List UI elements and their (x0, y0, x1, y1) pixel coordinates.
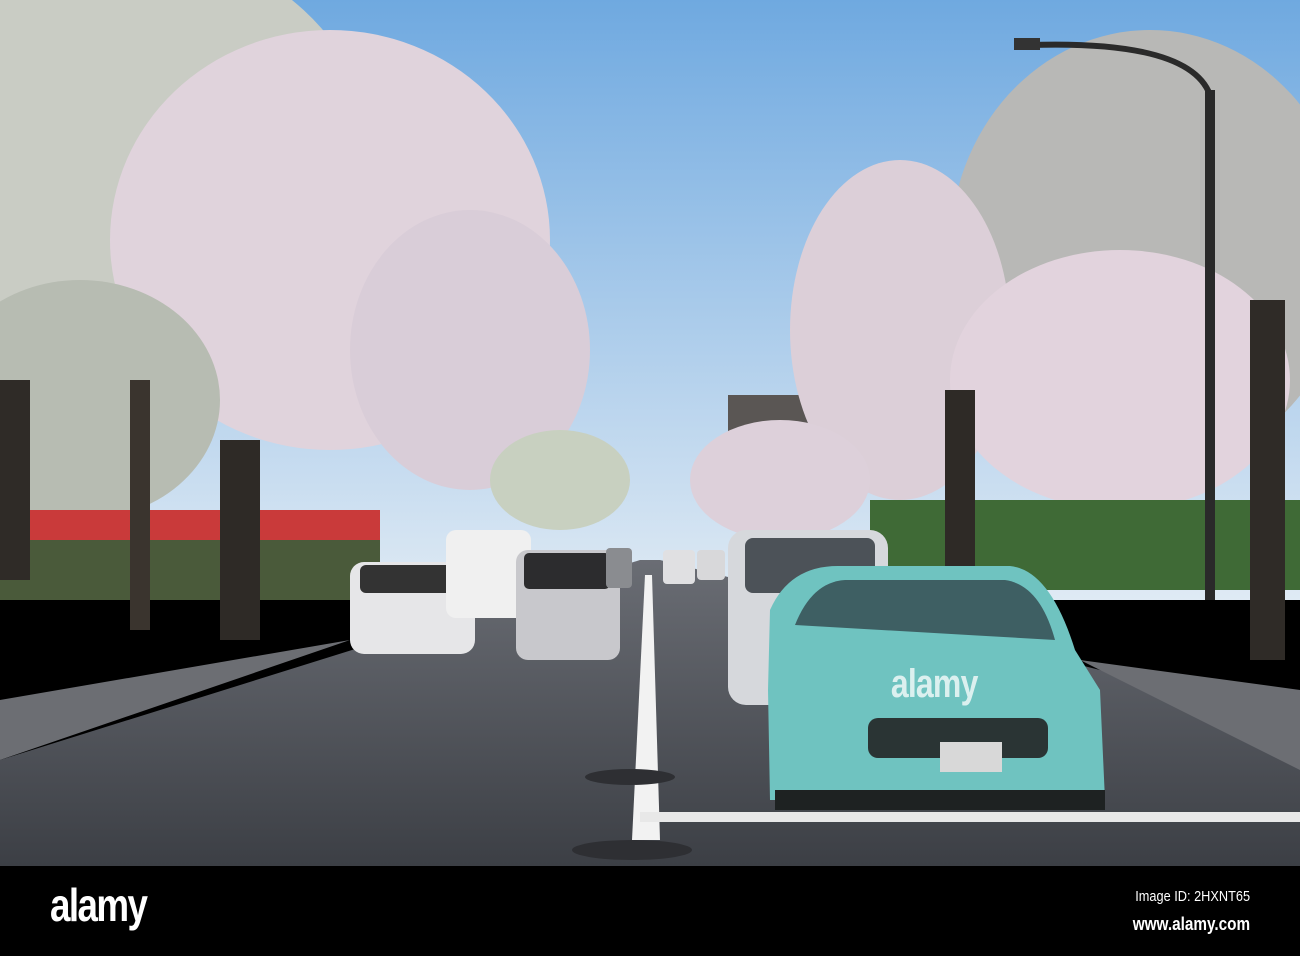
image-id: Image ID: 2HXNT65 (1135, 888, 1250, 905)
center-watermark: alamy (890, 662, 979, 706)
street-photo (0, 0, 1300, 866)
alamy-logo: alamy (50, 879, 148, 931)
photo-frame: alamy alamy Image ID: 2HXNT65 www.alamy.… (0, 0, 1300, 956)
site-url: www.alamy.com (1132, 914, 1250, 934)
footer-bar: alamy Image ID: 2HXNT65 www.alamy.com (0, 866, 1300, 956)
